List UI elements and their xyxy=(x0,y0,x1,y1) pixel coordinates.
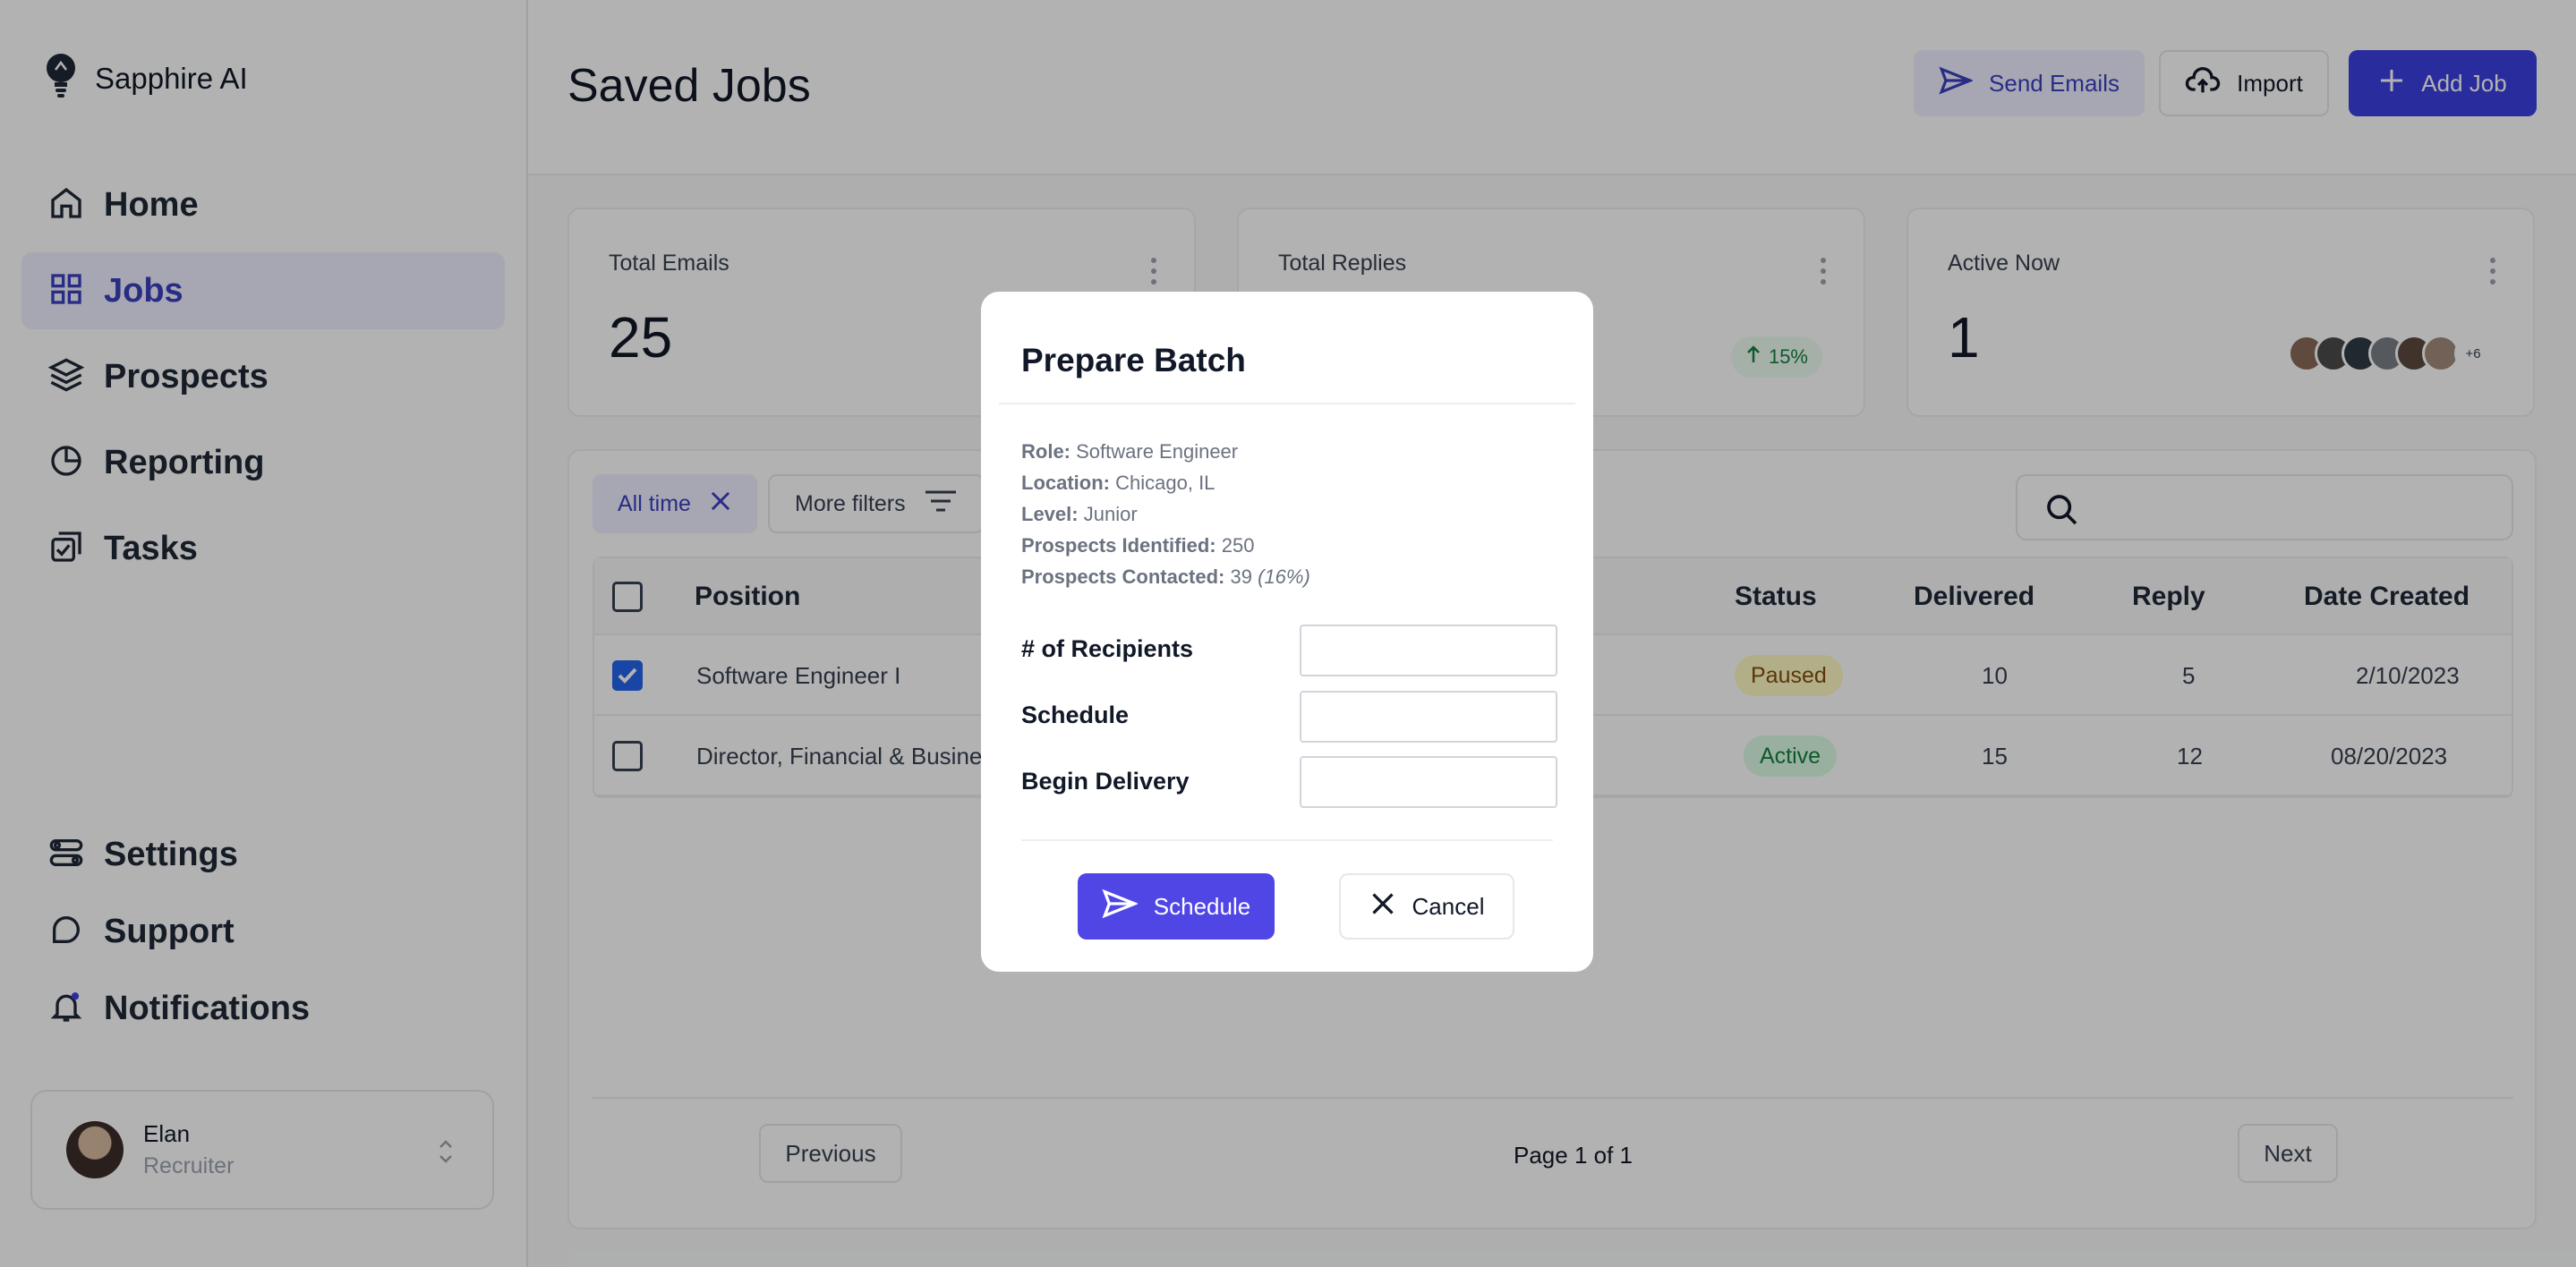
recipients-input[interactable] xyxy=(1300,625,1557,676)
begin-delivery-label: Begin Delivery xyxy=(1021,768,1190,795)
schedule-button-label: Schedule xyxy=(1153,892,1251,920)
modal-title: Prepare Batch xyxy=(1021,342,1246,378)
info-location: Location: Chicago, IL xyxy=(1021,472,1215,494)
info-role: Role: Software Engineer xyxy=(1021,440,1239,463)
cancel-button-label: Cancel xyxy=(1412,892,1485,920)
cancel-button[interactable]: Cancel xyxy=(1339,873,1514,940)
info-level: Level: Junior xyxy=(1021,503,1138,525)
info-prospects-identified: Prospects Identified: 250 xyxy=(1021,534,1255,557)
begin-delivery-input[interactable] xyxy=(1300,756,1557,808)
schedule-button[interactable]: Schedule xyxy=(1078,873,1275,940)
prepare-batch-modal: Prepare Batch Role: Software Engineer Lo… xyxy=(981,292,1593,972)
modal-footer-divider xyxy=(1021,839,1553,841)
schedule-input[interactable] xyxy=(1300,691,1557,743)
recipients-label: # of Recipients xyxy=(1021,635,1194,662)
modal-divider xyxy=(999,403,1575,404)
schedule-label: Schedule xyxy=(1021,702,1130,728)
send-icon xyxy=(1102,889,1139,925)
close-icon xyxy=(1369,890,1396,923)
info-prospects-contacted: Prospects Contacted: 39 (16%) xyxy=(1021,565,1310,588)
